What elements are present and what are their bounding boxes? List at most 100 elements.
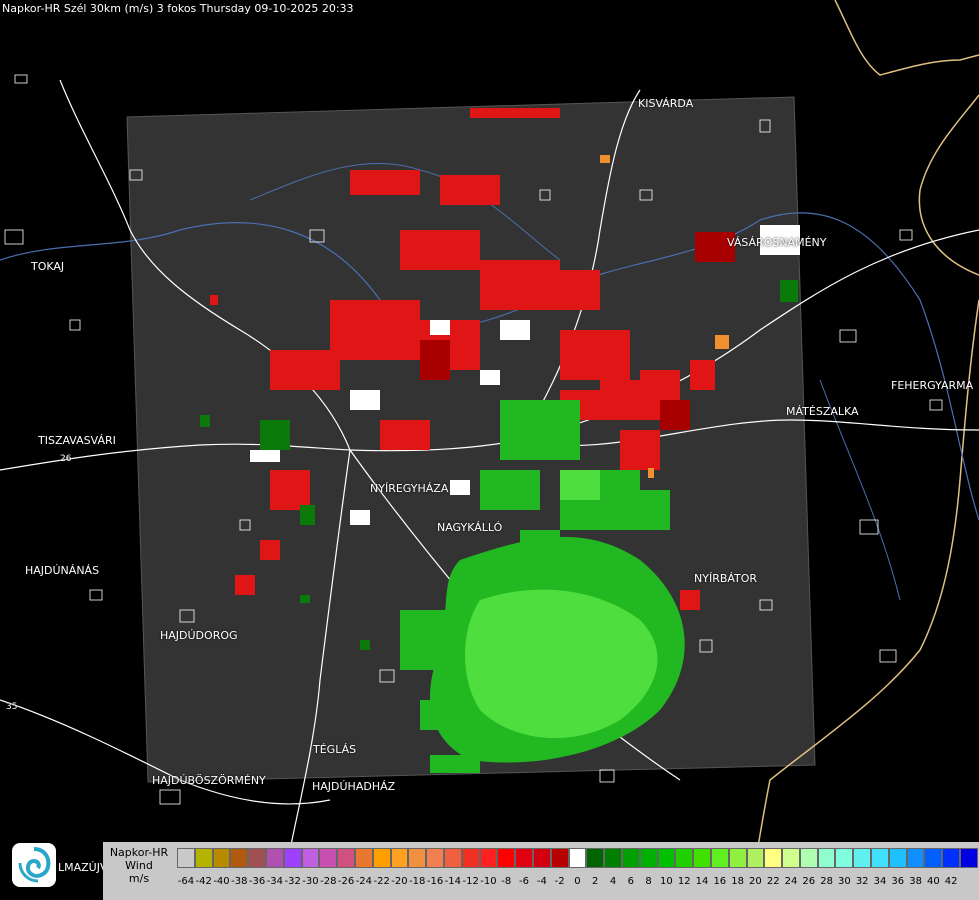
place-label-hajdudorog: HAJDÚDOROG (160, 629, 238, 642)
legend-tick-label: 20 (749, 876, 762, 887)
legend-tick-label: 16 (713, 876, 727, 887)
legend-tick-label: -26 (337, 876, 355, 887)
legend-tick-label: 2 (592, 876, 599, 887)
legend-tick-label: -40 (213, 876, 230, 887)
legend-swatch (960, 848, 978, 868)
legend-swatch (710, 848, 729, 868)
legend-swatch (337, 848, 355, 868)
legend-tick-label: -20 (391, 876, 408, 887)
legend-tick-label: -12 (462, 876, 479, 887)
radar-map (0, 0, 979, 900)
legend-tick-label: 22 (766, 876, 780, 887)
place-label-nagykallo: NAGYKÁLLÓ (437, 521, 503, 534)
legend-swatch (871, 848, 889, 868)
legend-swatch (479, 848, 498, 868)
legend-swatch (177, 848, 195, 868)
legend-swatch (230, 848, 249, 868)
legend-tick-label: -32 (284, 876, 301, 887)
legend-tick-label: 32 (855, 876, 869, 887)
place-label-tokaj: TOKAJ (31, 260, 65, 273)
legend-swatch (461, 848, 480, 868)
legend-swatch (586, 848, 605, 868)
road-number-26: 26 (60, 454, 72, 464)
legend-swatch (906, 848, 925, 868)
legend-swatch (319, 848, 338, 868)
legend-swatch (853, 848, 872, 868)
legend-tick-label: -10 (480, 876, 497, 887)
legend-tick-label: -64 (177, 876, 195, 887)
legend-swatch (443, 848, 462, 868)
legend-swatch (728, 848, 747, 868)
legend-swatches (177, 848, 978, 868)
legend-swatch (604, 848, 622, 868)
legend-tick-label: -4 (536, 876, 547, 887)
legend-swatch (746, 848, 765, 868)
legend-ticks: -64 -42 -40 -38 -36 -34 -32 -30 -28 -26 -24 -22 -20-… (177, 876, 960, 887)
legend-tick-label: 38 (909, 876, 922, 887)
place-label-hajduhadhaz: HAJDÚHADHÁZ (312, 780, 396, 793)
legend-tick-label: -42 (195, 876, 212, 887)
legend-tick-label: -8 (501, 876, 512, 887)
legend-swatch (497, 848, 516, 868)
wind-legend: Napkor-HR Wind m/s -64 -42 -40 -38 -36 -34 -32… (103, 842, 979, 900)
legend-swatch (265, 848, 284, 868)
legend-swatch (675, 848, 694, 868)
legend-swatch (408, 848, 427, 868)
legend-line-unit: m/s (128, 872, 150, 885)
legend-title: Napkor-HR Wind m/s (103, 846, 175, 885)
legend-tick-label: 40 (927, 876, 940, 887)
legend-tick-label: -38 (231, 876, 248, 887)
place-label-nyirbator: NYÍRBÁTOR (694, 572, 758, 585)
legend-swatch (639, 848, 658, 868)
legend-swatch (693, 848, 711, 868)
legend-swatch (212, 848, 231, 868)
place-label-vasarosnameny: VÁSÁROSNAMÉNY (727, 236, 827, 249)
legend-tick-label: -30 (302, 876, 319, 887)
legend-tick-label: 36 (891, 876, 905, 887)
legend-tick-label: -34 (266, 876, 284, 887)
legend-tick-label: 8 (645, 876, 652, 887)
place-label-hajdunanas: HAJDÚNÁNÁS (25, 564, 100, 577)
legend-swatch (372, 848, 391, 868)
legend-swatch (621, 848, 640, 868)
legend-swatch (248, 848, 266, 868)
legend-line-source: Napkor-HR (109, 846, 169, 859)
legend-swatch (283, 848, 302, 868)
weather-swirl-icon (12, 843, 56, 887)
place-label-tiszavasvari: TISZAVASVÁRI (38, 434, 116, 447)
place-label-fehergyarma: FEHERGYARMA (891, 379, 974, 392)
legend-swatch (782, 848, 800, 868)
legend-tick-label: 28 (820, 876, 833, 887)
place-label-mateszalka: MÁTÉSZALKA (786, 405, 859, 418)
legend-tick-label: 34 (873, 876, 887, 887)
legend-tick-label: 0 (574, 876, 581, 887)
legend-swatch (301, 848, 320, 868)
legend-tick-label: -16 (426, 876, 444, 887)
legend-tick-label: -36 (248, 876, 266, 887)
legend-line-quantity: Wind (125, 859, 153, 872)
legend-tick-label: 42 (944, 876, 958, 887)
legend-swatch (835, 848, 854, 868)
legend-swatch (799, 848, 818, 868)
legend-tick-label: 12 (677, 876, 691, 887)
road-number-35: 35 (6, 702, 18, 712)
legend-swatch (515, 848, 533, 868)
legend-swatch (550, 848, 569, 868)
place-label-kisvarda: KISVÁRDA (638, 97, 694, 110)
place-label-hajduboszormeny: HAJDÚBÖSZÖRMÉNY (152, 774, 266, 787)
legend-tick-label: -14 (444, 876, 462, 887)
legend-tick-label: 4 (609, 876, 617, 887)
legend-tick-label: -18 (409, 876, 426, 887)
legend-tick-label: 30 (838, 876, 851, 887)
legend-tick-label: 14 (695, 876, 709, 887)
legend-swatch (657, 848, 676, 868)
legend-swatch (426, 848, 444, 868)
legend-swatch (764, 848, 783, 868)
map-title: Napkor-HR Szél 30km (m/s) 3 fokos Thursd… (2, 2, 354, 15)
legend-tick-label: -24 (355, 876, 373, 887)
legend-tick-label: 26 (802, 876, 816, 887)
legend-swatch (924, 848, 943, 868)
legend-tick-label: 24 (784, 876, 798, 887)
legend-swatch (390, 848, 409, 868)
place-label-nyiregyhaza: NYÍREGYHÁZA (370, 482, 449, 495)
